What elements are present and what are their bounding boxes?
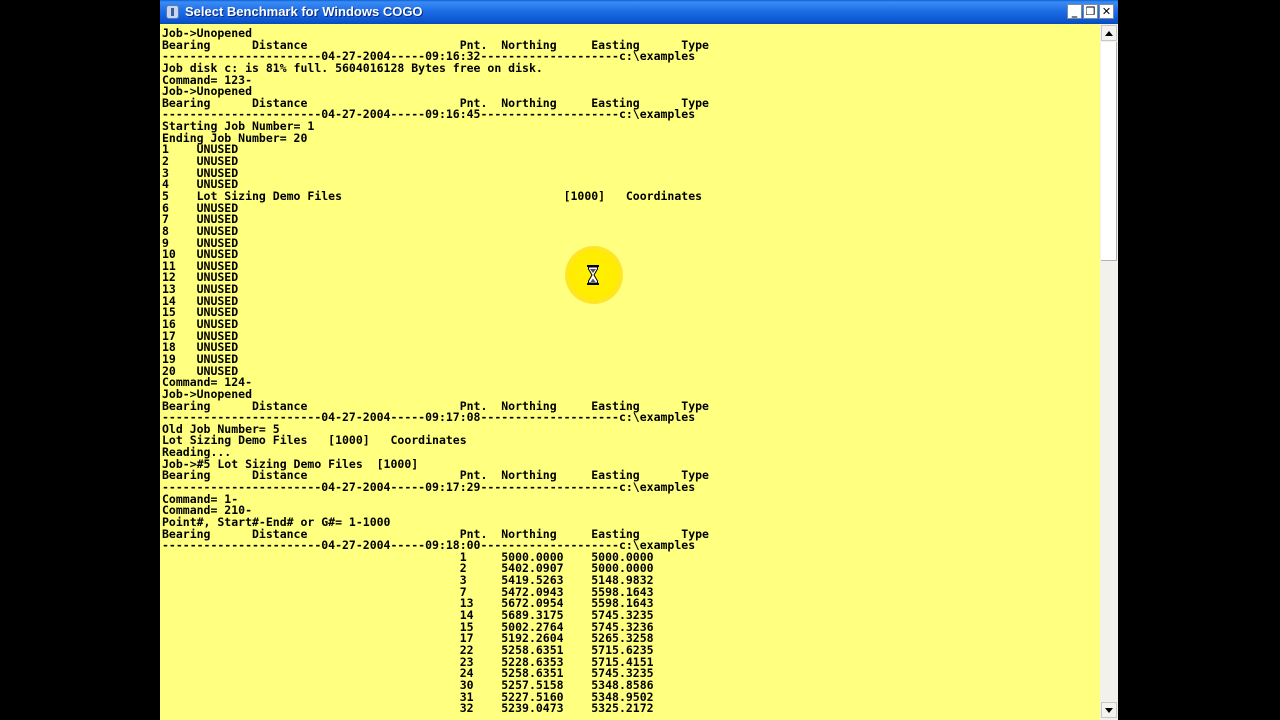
console-line: 1 UNUSED	[162, 142, 239, 157]
console-line: 32 5239.0473 5325.2172	[162, 701, 654, 716]
console-line: 13 UNUSED	[162, 282, 239, 297]
scroll-thumb[interactable]	[1101, 42, 1117, 261]
window-title: Select Benchmark for Windows COGO	[185, 4, 423, 19]
console-line: 5 Lot Sizing Demo Files [1000] Coordinat…	[162, 188, 703, 203]
console-line: 7 UNUSED	[162, 212, 239, 227]
console-line: 18 UNUSED	[162, 340, 239, 355]
console-line: 16 UNUSED	[162, 317, 239, 332]
console-line: Ending Job Number= 20	[162, 130, 308, 145]
console-line: 11 UNUSED	[162, 258, 239, 273]
console-line: 9 UNUSED	[162, 235, 239, 250]
minimize-button[interactable]: _	[1067, 4, 1082, 19]
cogo-console-window: Select Benchmark for Windows COGO _ ❐ ✕ …	[160, 0, 1118, 720]
console-line: 2 UNUSED	[162, 154, 239, 169]
title-bar[interactable]: Select Benchmark for Windows COGO _ ❐ ✕	[160, 0, 1118, 24]
console-line: 10 UNUSED	[162, 247, 239, 262]
console-output[interactable]: Job->Unopened Bearing Distance Pnt. North…	[160, 24, 1100, 720]
arrow-down-icon	[1105, 708, 1113, 713]
console-lines: Job->Unopened Bearing Distance Pnt. North…	[162, 27, 709, 716]
close-button[interactable]: ✕	[1099, 4, 1114, 19]
console-line: 19 UNUSED	[162, 351, 239, 366]
console-line: 3 UNUSED	[162, 165, 239, 180]
hourglass-icon	[587, 265, 599, 285]
maximize-button[interactable]: ❐	[1083, 4, 1098, 19]
app-icon[interactable]	[166, 5, 179, 19]
scroll-down-button[interactable]	[1101, 702, 1117, 718]
vertical-scrollbar[interactable]	[1100, 24, 1118, 720]
console-line: 8 UNUSED	[162, 223, 239, 238]
scroll-up-button[interactable]	[1101, 25, 1117, 41]
console-line: Lot Sizing Demo Files [1000] Coordinates	[162, 433, 467, 448]
console-line: 15 UNUSED	[162, 305, 239, 320]
console-line: 12 UNUSED	[162, 270, 239, 285]
arrow-up-icon	[1105, 31, 1113, 36]
console-line: 17 UNUSED	[162, 328, 239, 343]
console-line: 14 UNUSED	[162, 293, 239, 308]
console-line: -----------------------04-27-2004-----09…	[162, 479, 696, 494]
console-line: 6 UNUSED	[162, 200, 239, 215]
cursor-highlight	[565, 246, 623, 304]
